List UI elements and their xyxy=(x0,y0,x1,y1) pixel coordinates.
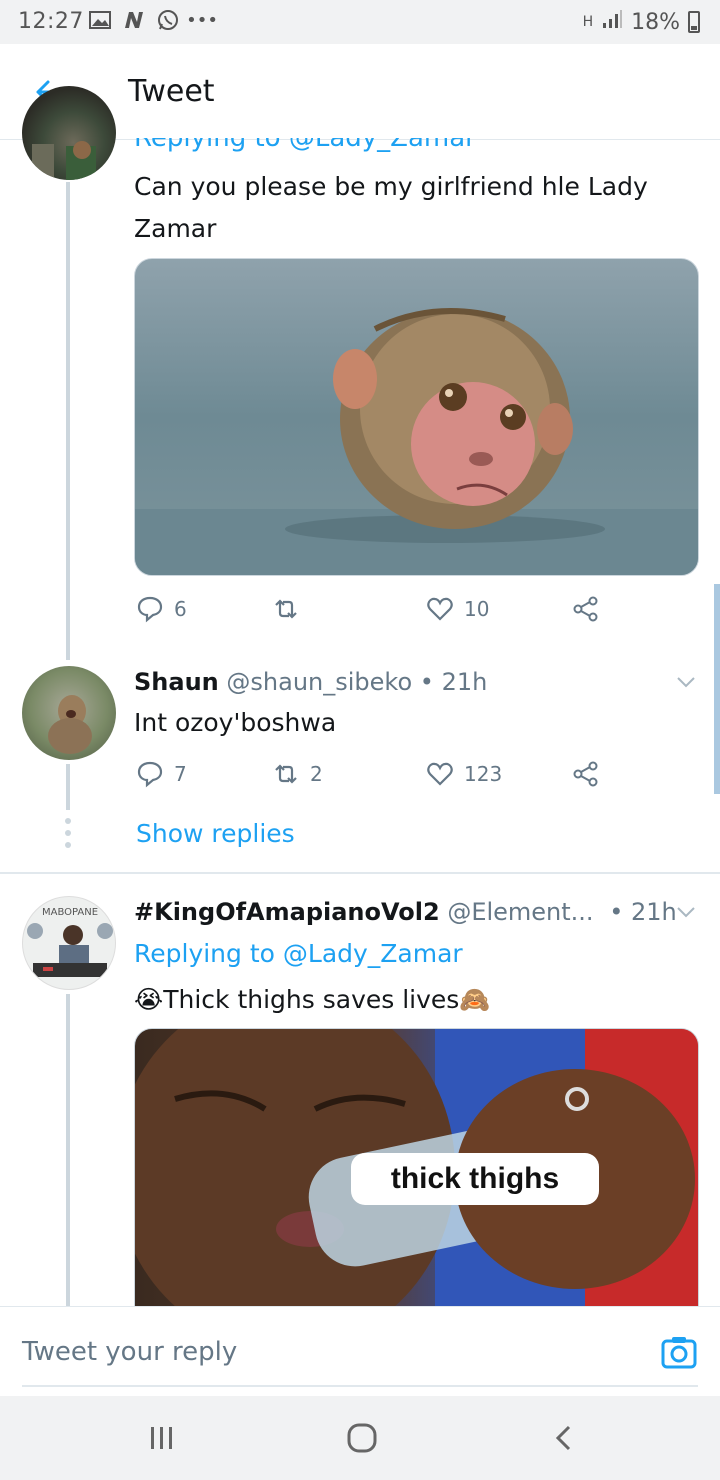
battery-percent: 18% xyxy=(631,9,680,35)
recent-apps-icon[interactable] xyxy=(142,1418,182,1458)
battery-icon xyxy=(688,11,700,33)
status-time: 12:27 xyxy=(18,9,84,34)
heart-icon xyxy=(427,597,453,621)
tweet-image-thick-thighs[interactable]: thick thighs xyxy=(134,1028,699,1318)
retweet-icon xyxy=(275,599,297,619)
like-count: 10 xyxy=(464,597,490,621)
tweet-text: Int ozoy'boshwa xyxy=(134,708,337,737)
replying-to: Replying to @Lady_Zamar xyxy=(134,934,463,974)
retweet-action[interactable] xyxy=(272,595,300,623)
whatsapp-icon xyxy=(156,9,180,31)
avatar-shaun[interactable] xyxy=(22,666,116,760)
heart-icon xyxy=(427,762,453,786)
tweet-image-monkey[interactable] xyxy=(134,258,699,576)
retweet-action[interactable]: 2 xyxy=(272,760,323,788)
user-name[interactable]: Shaun xyxy=(134,668,219,696)
user-name[interactable]: #KingOfAmapianoVol2 xyxy=(134,898,440,926)
notification-icons: ••• xyxy=(88,9,218,31)
show-replies-link[interactable]: Show replies xyxy=(136,814,295,854)
image-caption: thick thighs xyxy=(390,1162,560,1195)
chevron-down-icon[interactable] xyxy=(672,898,700,926)
user-handle[interactable]: @Element... xyxy=(447,898,593,926)
reply-count: 6 xyxy=(174,597,187,621)
network-type: H xyxy=(582,14,594,30)
back-nav-icon[interactable] xyxy=(544,1418,584,1458)
n-app-icon xyxy=(122,9,146,31)
avatar-sign-text: MABOPANE xyxy=(42,907,98,918)
page-title: Tweet xyxy=(128,74,215,109)
signal-icon xyxy=(601,9,623,35)
status-bar: 12:27 ••• H 18% xyxy=(0,0,720,44)
avatar[interactable] xyxy=(22,86,116,180)
home-icon[interactable] xyxy=(342,1418,382,1458)
reply-bar: Tweet your reply xyxy=(0,1306,720,1396)
crying-emoji: 😭 xyxy=(134,985,164,1014)
like-count: 123 xyxy=(464,762,503,786)
reply-input[interactable]: Tweet your reply xyxy=(22,1337,237,1367)
divider xyxy=(0,872,720,874)
system-nav-bar xyxy=(0,1396,720,1480)
share-icon xyxy=(573,596,598,622)
thread-dots xyxy=(65,818,71,848)
thread-line xyxy=(66,994,70,1306)
like-action[interactable]: 123 xyxy=(426,760,502,788)
share-action[interactable] xyxy=(572,760,600,788)
like-action[interactable]: 10 xyxy=(426,595,489,623)
chevron-down-icon[interactable] xyxy=(672,668,700,696)
tweet-header: #KingOfAmapianoVol2 @Element... • 21h xyxy=(134,892,677,932)
tweet-text: 😭Thick thighs saves lives🙈 xyxy=(134,980,490,1020)
reply-underline xyxy=(22,1385,698,1387)
tweet-header: Shaun @shaun_sibeko • 21h xyxy=(134,662,487,702)
see-no-evil-emoji: 🙈 xyxy=(459,985,491,1014)
replying-to-link[interactable]: Replying to @Lady_Zamar xyxy=(134,939,463,968)
reply-icon xyxy=(137,761,163,788)
more-notifications-icon: ••• xyxy=(186,9,218,31)
reply-action[interactable]: 7 xyxy=(136,760,187,788)
share-icon xyxy=(573,761,598,787)
thread-line xyxy=(66,182,70,660)
monkey-photo xyxy=(135,308,698,575)
tweet-time: • 21h xyxy=(419,668,488,696)
retweet-count: 2 xyxy=(310,762,323,786)
scrollbar[interactable] xyxy=(714,584,720,794)
user-handle[interactable]: @shaun_sibeko xyxy=(226,668,412,696)
reply-action[interactable]: 6 xyxy=(136,595,187,623)
thread-line xyxy=(66,764,70,810)
share-action[interactable] xyxy=(572,595,600,623)
reply-icon xyxy=(137,596,163,623)
tweet-text-body: Thick thighs saves lives xyxy=(163,985,460,1014)
tweet-time: • 21h xyxy=(609,898,677,926)
reply-count: 7 xyxy=(174,762,187,786)
retweet-icon xyxy=(275,764,297,784)
tweet-text: Can you please be my girlfriend hle Lady… xyxy=(134,172,648,243)
gallery-icon xyxy=(88,9,112,31)
status-right: H 18% xyxy=(583,9,700,35)
camera-icon[interactable] xyxy=(660,1333,698,1371)
avatar-kingofamapiano[interactable]: MABOPANE xyxy=(22,896,116,990)
